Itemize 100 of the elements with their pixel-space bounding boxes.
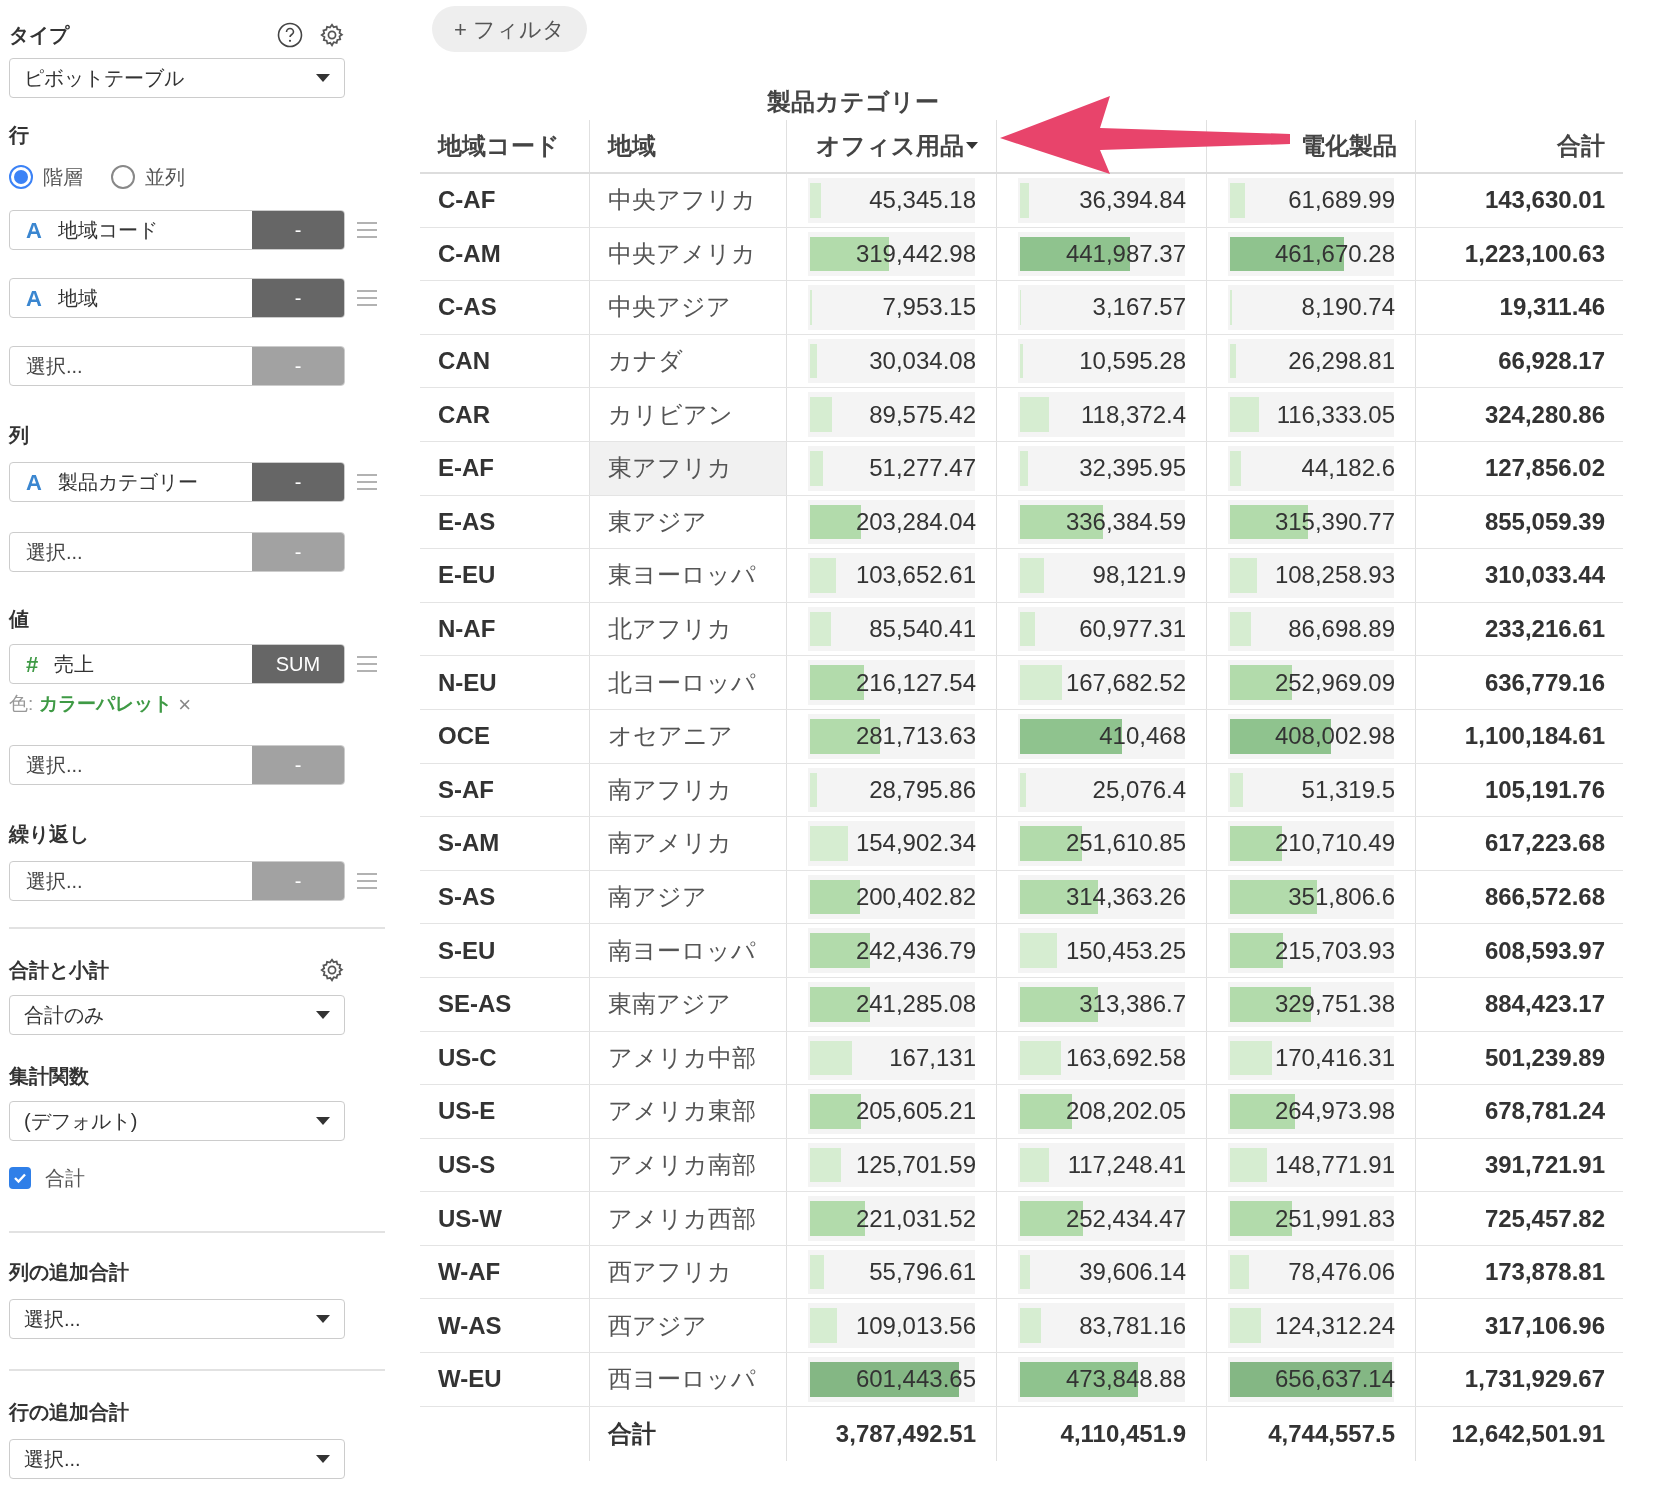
- field-selector[interactable]: 選択... -: [9, 532, 345, 572]
- checkbox[interactable]: [9, 1167, 31, 1189]
- table-cell-text: カナダ: [608, 346, 683, 377]
- field-selector[interactable]: A 地域コード -: [9, 210, 345, 250]
- field-selector[interactable]: A 製品カテゴリー -: [9, 462, 345, 502]
- field-type-icon: A: [26, 281, 42, 315]
- table-cell-text: 32,395.95: [1079, 453, 1186, 484]
- field-action-button[interactable]: SUM: [252, 645, 344, 683]
- table-cell-text: 19,311.46: [1499, 292, 1605, 323]
- table-cell-text: 25,076.4: [1092, 774, 1186, 805]
- table-cell-text: 117,248.41: [1067, 1150, 1186, 1180]
- drag-handle-icon[interactable]: [357, 656, 377, 672]
- table-cell-text: 313,386.7: [1079, 989, 1186, 1020]
- table-cell-text: 中央アメリカ: [608, 238, 756, 269]
- field-selector[interactable]: A 地域 -: [9, 278, 345, 318]
- add-filter-button[interactable]: + フィルタ: [432, 6, 587, 52]
- table-cell-text: 10,595.28: [1079, 346, 1186, 377]
- settings-icon[interactable]: [319, 22, 345, 48]
- section-label: タイプ: [9, 23, 69, 48]
- table-cell-text: US-W: [438, 1203, 502, 1234]
- table-cell-text: 83,781.16: [1079, 1310, 1186, 1341]
- table-cell-text: 233,216.61: [1484, 614, 1605, 645]
- field-selector[interactable]: # 売上 SUM: [9, 644, 345, 684]
- table-cell-text: 163,692.58: [1065, 1042, 1186, 1073]
- section-label: 集計関数: [9, 1064, 89, 1089]
- table-cell-text: 1,731,929.67: [1464, 1364, 1605, 1395]
- color-palette-link[interactable]: カラーパレット: [39, 690, 173, 719]
- table-cell-text: アメリカ南部: [608, 1150, 756, 1180]
- table-cell-text: 南ヨーロッパ: [608, 935, 756, 966]
- checkbox-label: 合計: [45, 1166, 85, 1191]
- section-label: 行の追加合計: [9, 1400, 129, 1425]
- table-cell-text: 39,606.14: [1079, 1257, 1186, 1288]
- settings-icon[interactable]: [319, 957, 345, 983]
- radio-option[interactable]: 階層: [9, 162, 83, 192]
- table-cell-text: 310,033.44: [1484, 560, 1605, 591]
- table-cell-text: 252,969.09: [1274, 667, 1395, 698]
- table-cell-text: 391,721.91: [1484, 1150, 1605, 1180]
- table-cell-text: US-E: [438, 1096, 496, 1127]
- table-cell-text: SE-AS: [438, 989, 512, 1020]
- field-action-button[interactable]: -: [252, 279, 344, 317]
- table-cell-text: 4,110,451.9: [1060, 1418, 1186, 1449]
- dropdown-select[interactable]: 選択...: [9, 1299, 345, 1339]
- field-action-button[interactable]: -: [252, 463, 344, 501]
- table-cell-text: 203,284.04: [855, 506, 976, 537]
- column-header[interactable]: 地域: [608, 128, 656, 164]
- table-cell-text: 125,701.59: [855, 1150, 976, 1180]
- radio-option[interactable]: 並列: [111, 162, 185, 192]
- table-cell-text: 1,223,100.63: [1464, 238, 1605, 269]
- sort-caret-icon[interactable]: [966, 142, 978, 150]
- column-header[interactable]: オフィス用品: [816, 128, 964, 164]
- field-placeholder: 選択...: [26, 869, 83, 894]
- field-name: 地域: [57, 286, 98, 311]
- table-cell-text: オセアニア: [608, 721, 733, 752]
- remove-button[interactable]: ×: [178, 688, 192, 721]
- drag-handle-icon[interactable]: [357, 290, 377, 306]
- dropdown-caret-icon: [316, 1116, 330, 1126]
- table-cell-text: 150,453.25: [1065, 935, 1186, 966]
- column-header[interactable]: 合計: [1557, 128, 1605, 164]
- table-cell-text: 608,593.97: [1484, 935, 1605, 966]
- table-cell-text: 7,953.15: [882, 292, 976, 323]
- dropdown-select[interactable]: (デフォルト): [9, 1101, 345, 1141]
- table-cell-text: 251,610.85: [1065, 828, 1186, 859]
- column-header[interactable]: 地域コード: [438, 128, 560, 164]
- drag-handle-icon[interactable]: [357, 873, 377, 889]
- field-action-button[interactable]: -: [252, 211, 344, 249]
- help-icon[interactable]: [277, 22, 303, 48]
- dropdown-select[interactable]: 合計のみ: [9, 995, 345, 1035]
- table-cell-text: 252,434.47: [1065, 1203, 1186, 1234]
- field-selector[interactable]: 選択... -: [9, 346, 345, 386]
- field-placeholder: 選択...: [26, 753, 83, 778]
- dropdown-select[interactable]: ピボットテーブル: [9, 58, 345, 98]
- table-cell-text: 215,703.93: [1274, 935, 1395, 966]
- section-label: 繰り返し: [9, 822, 89, 847]
- table-cell-text: アメリカ中部: [608, 1042, 756, 1073]
- table-cell-text: E-AS: [438, 506, 496, 537]
- table-cell-text: 315,390.77: [1274, 506, 1395, 537]
- section-label: 値: [9, 607, 29, 632]
- table-cell-text: 205,605.21: [855, 1096, 976, 1127]
- table-cell-text: S-EU: [438, 935, 496, 966]
- dropdown-select[interactable]: 選択...: [9, 1439, 345, 1479]
- table-cell-text: W-EU: [438, 1364, 502, 1395]
- field-placeholder: 選択...: [26, 354, 83, 379]
- table-cell-text: 78,476.06: [1288, 1257, 1395, 1288]
- field-selector[interactable]: 選択... -: [9, 745, 345, 785]
- drag-handle-icon[interactable]: [357, 222, 377, 238]
- table-cell-text: 329,751.38: [1274, 989, 1395, 1020]
- table-cell-text: 281,713.63: [855, 721, 976, 752]
- table-cell-text: 108,258.93: [1274, 560, 1395, 591]
- table-cell-text: 26,298.81: [1288, 346, 1395, 377]
- table-cell-text: 51,319.5: [1301, 774, 1395, 805]
- table-cell-text: 167,682.52: [1065, 667, 1186, 698]
- table-cell-text: US-S: [438, 1150, 496, 1180]
- table-cell-text: 3,167.57: [1092, 292, 1186, 323]
- table-cell-text: 61,689.99: [1288, 185, 1395, 216]
- field-selector[interactable]: 選択... -: [9, 861, 345, 901]
- column-header[interactable]: 電化製品: [1301, 128, 1397, 164]
- table-cell-text: 28,795.86: [869, 774, 976, 805]
- drag-handle-icon[interactable]: [357, 474, 377, 490]
- table-cell-text: 55,796.61: [869, 1257, 976, 1288]
- table-cell-text: アメリカ東部: [608, 1096, 756, 1127]
